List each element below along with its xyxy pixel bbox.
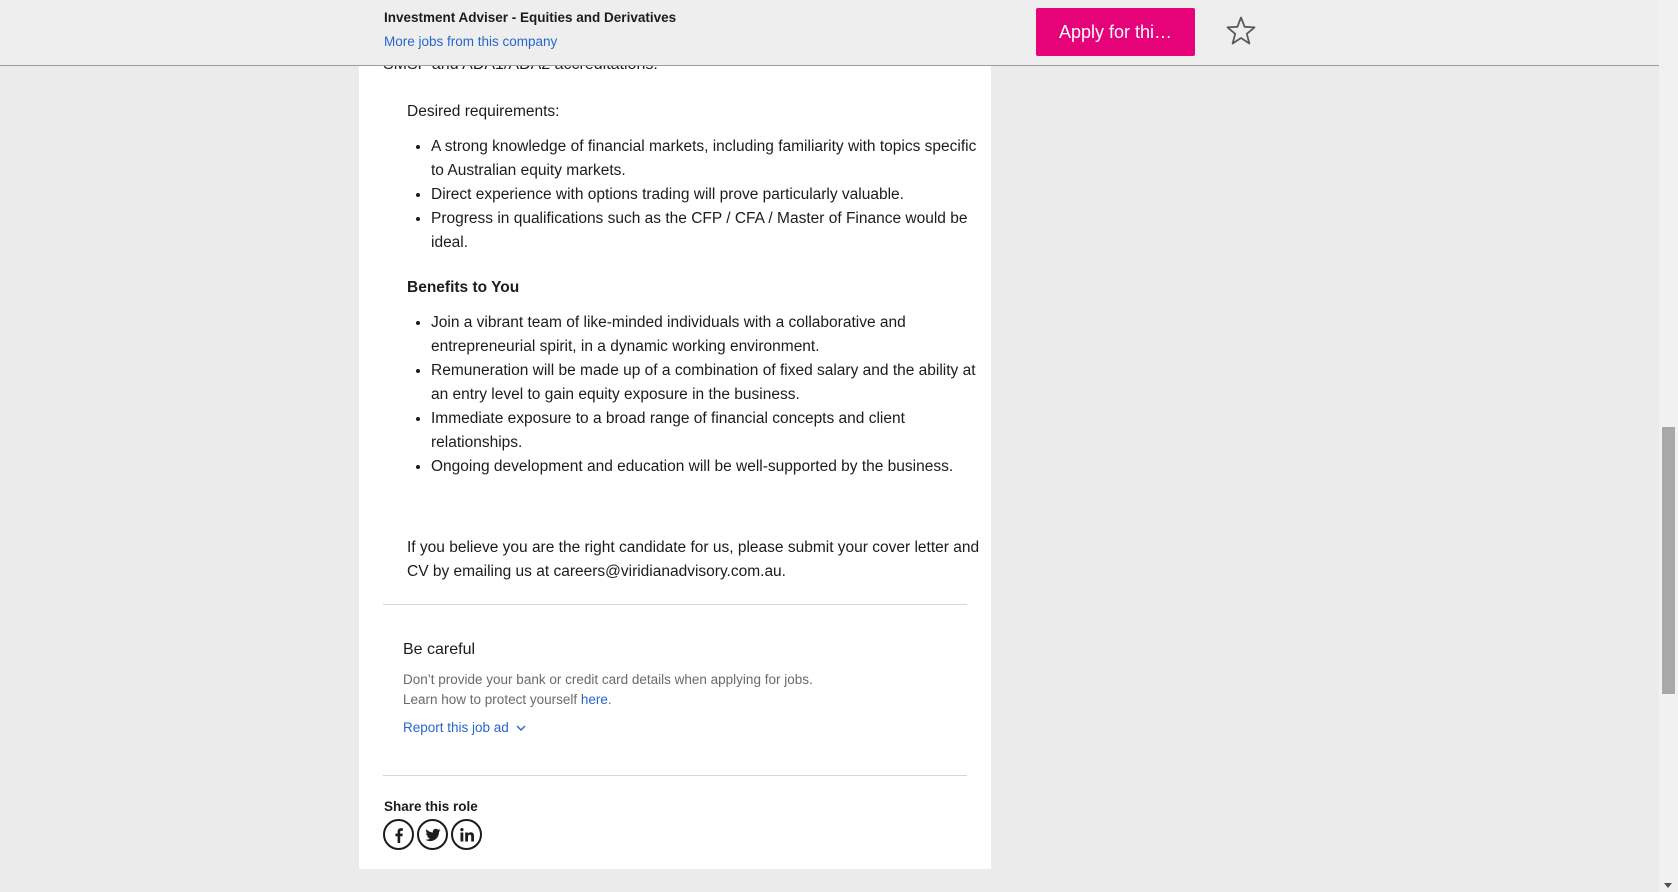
closing-paragraph: If you believe you are the right candida… bbox=[407, 539, 980, 580]
twitter-icon[interactable] bbox=[417, 819, 448, 850]
list-item: Remuneration will be made up of a combin… bbox=[431, 359, 991, 407]
be-careful-title: Be careful bbox=[403, 641, 476, 658]
more-jobs-link[interactable]: More jobs from this company bbox=[384, 34, 557, 49]
linkedin-icon[interactable] bbox=[451, 819, 482, 850]
report-job-ad-button[interactable]: Report this job ad bbox=[403, 720, 527, 735]
benefits-list: Join a vibrant team of like-minded indiv… bbox=[407, 311, 991, 479]
list-item: Join a vibrant team of like-minded indiv… bbox=[431, 311, 991, 359]
scrollbar-thumb[interactable] bbox=[1662, 427, 1675, 694]
be-careful-line-1: Don’t provide your bank or credit card d… bbox=[403, 672, 813, 687]
be-careful-panel: Be careful Don’t provide your bank or cr… bbox=[403, 639, 943, 737]
apply-button[interactable]: Apply for thi… bbox=[1036, 8, 1195, 56]
protect-yourself-link[interactable]: here bbox=[581, 692, 608, 707]
facebook-icon[interactable] bbox=[383, 819, 414, 850]
list-item: Immediate exposure to a broad range of f… bbox=[431, 407, 991, 455]
desired-requirements-list: A strong knowledge of financial markets,… bbox=[407, 135, 991, 255]
benefits-heading: Benefits to You bbox=[407, 279, 520, 296]
chevron-down-icon bbox=[516, 725, 526, 731]
sticky-job-header: Investment Adviser - Equities and Deriva… bbox=[0, 0, 1659, 66]
scroll-down-arrow-icon[interactable] bbox=[1664, 883, 1672, 888]
list-item: Progress in qualifications such as the C… bbox=[431, 207, 991, 255]
job-card: SMSF and ADA1/ADA2 accreditations. Desir… bbox=[359, 0, 991, 869]
list-item: A strong knowledge of financial markets,… bbox=[431, 135, 991, 183]
report-job-ad-label: Report this job ad bbox=[403, 720, 509, 735]
list-item: Ongoing development and education will b… bbox=[431, 455, 991, 479]
share-title: Share this role bbox=[384, 799, 478, 814]
divider bbox=[383, 775, 967, 776]
be-careful-text: Don’t provide your bank or credit card d… bbox=[403, 670, 943, 710]
page-scrollbar[interactable] bbox=[1659, 0, 1678, 892]
desired-requirements-heading: Desired requirements: bbox=[407, 103, 560, 120]
list-item: Direct experience with options trading w… bbox=[431, 183, 991, 207]
share-icons bbox=[383, 819, 482, 850]
divider bbox=[383, 604, 967, 605]
job-title: Investment Adviser - Equities and Deriva… bbox=[384, 10, 677, 25]
star-icon[interactable] bbox=[1224, 14, 1258, 48]
be-careful-line-2: Learn how to protect yourself here. bbox=[403, 692, 612, 707]
